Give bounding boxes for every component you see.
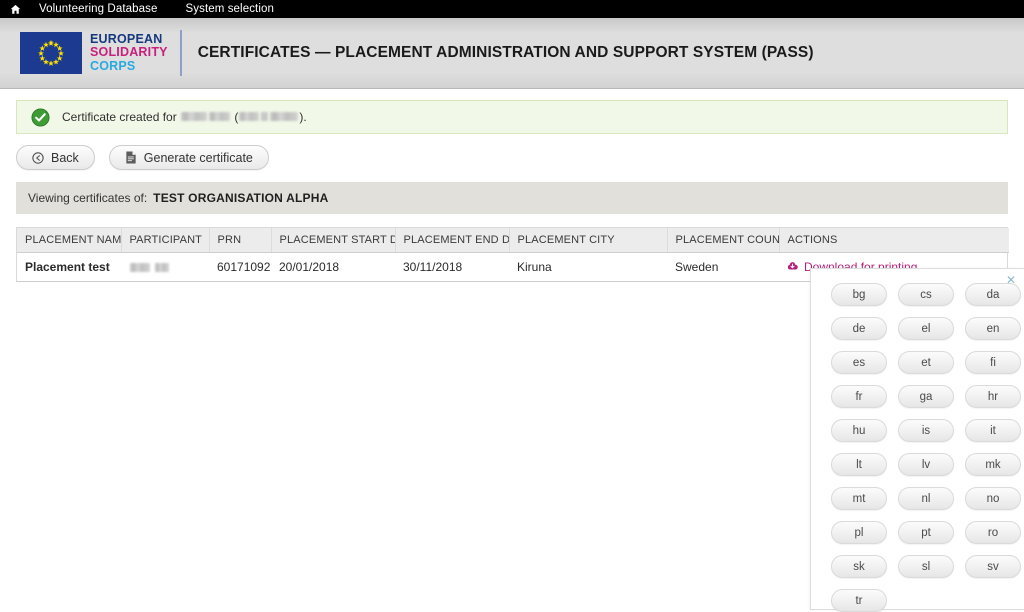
cell-placement-name: Placement test: [25, 260, 110, 274]
language-button-de[interactable]: de: [831, 317, 887, 340]
cell-placement-end-date: 30/11/2018: [403, 260, 463, 274]
language-button-et[interactable]: et: [898, 351, 954, 374]
language-button-fr[interactable]: fr: [831, 385, 887, 408]
redacted-participant-detail-3: [270, 112, 299, 121]
action-toolbar: Back Generate certificate: [16, 145, 1024, 170]
banner-text-after: ).: [299, 110, 307, 124]
language-button-pl[interactable]: pl: [831, 521, 887, 544]
language-button-sl[interactable]: sl: [898, 555, 954, 578]
viewing-organisation-name: TEST ORGANISATION ALPHA: [153, 191, 329, 205]
success-check-icon: [31, 107, 50, 127]
redacted-participant-name-part1: [130, 263, 150, 273]
language-button-mk[interactable]: mk: [965, 453, 1021, 476]
redacted-participant-first-name: [181, 112, 208, 121]
language-button-ro[interactable]: ro: [965, 521, 1021, 544]
redacted-participant-last-name: [209, 112, 231, 121]
european-solidarity-corps-logo: EUROPEAN SOLIDARITY CORPS: [20, 32, 168, 74]
page-title: CERTIFICATES — PLACEMENT ADMINISTRATION …: [197, 44, 814, 61]
language-selection-panel: ✕ bg cs da de el en es et fi fr ga hr hu…: [810, 268, 1024, 612]
language-button-el[interactable]: el: [898, 317, 954, 340]
page-header: EUROPEAN SOLIDARITY CORPS CERTIFICATES —…: [0, 18, 1024, 89]
viewing-label: Viewing certificates of:: [28, 191, 148, 205]
logo-line-corps: CORPS: [90, 58, 136, 73]
document-icon: [125, 151, 137, 164]
banner-text-middle: (: [231, 110, 239, 124]
cell-placement-country: Sweden: [675, 260, 719, 274]
column-header-actions: ACTIONS: [779, 228, 1009, 253]
viewing-certificates-bar: Viewing certificates of: TEST ORGANISATI…: [16, 182, 1008, 214]
language-button-hr[interactable]: hr: [965, 385, 1021, 408]
language-button-bg[interactable]: bg: [831, 283, 887, 306]
back-button-label: Back: [51, 150, 79, 165]
column-header-placement-start-date[interactable]: PLACEMENT START DATE: [271, 228, 396, 253]
table-header-row: PLACEMENT NAME PARTICIPANT PRN PLACEMENT…: [17, 228, 1009, 253]
language-button-pt[interactable]: pt: [898, 521, 954, 544]
language-button-sv[interactable]: sv: [965, 555, 1021, 578]
logo-line-european: EUROPEAN: [90, 31, 163, 46]
language-button-sk[interactable]: sk: [831, 555, 887, 578]
success-banner-text: Certificate created for ( ).: [62, 110, 307, 124]
eu-flag-icon: [20, 32, 82, 74]
language-button-no[interactable]: no: [965, 487, 1021, 510]
language-button-fi[interactable]: fi: [965, 351, 1021, 374]
column-header-prn[interactable]: PRN: [209, 228, 272, 253]
logo-line-solidarity: SOLIDARITY: [90, 45, 168, 60]
close-icon[interactable]: ✕: [1004, 272, 1018, 288]
generate-certificate-button-label: Generate certificate: [143, 150, 253, 165]
column-header-placement-end-date[interactable]: PLACEMENT END DATE: [395, 228, 510, 253]
redacted-participant-detail-2: [261, 112, 269, 121]
logo-wordmark: EUROPEAN SOLIDARITY CORPS: [90, 31, 168, 74]
language-button-lt[interactable]: lt: [831, 453, 887, 476]
success-banner: Certificate created for ( ).: [16, 100, 1008, 134]
language-button-tr[interactable]: tr: [831, 589, 887, 612]
language-button-lv[interactable]: lv: [898, 453, 954, 476]
back-circle-arrow-icon: [32, 151, 44, 164]
language-button-en[interactable]: en: [965, 317, 1021, 340]
language-button-grid: bg cs da de el en es et fi fr ga hr hu i…: [811, 269, 1024, 612]
language-button-mt[interactable]: mt: [831, 487, 887, 510]
language-button-hu[interactable]: hu: [831, 419, 887, 442]
download-cloud-icon: [787, 260, 798, 274]
nav-item-system-selection[interactable]: System selection: [171, 3, 288, 15]
language-button-it[interactable]: it: [965, 419, 1021, 442]
column-header-participant[interactable]: PARTICIPANT: [121, 228, 210, 253]
cell-participant: [121, 253, 209, 282]
nav-item-volunteering-database[interactable]: Volunteering Database: [25, 3, 171, 15]
column-header-placement-country[interactable]: PLACEMENT COUNTRY: [667, 228, 780, 253]
home-icon[interactable]: [6, 4, 25, 15]
redacted-participant-name-part2: [155, 263, 170, 273]
generate-certificate-button[interactable]: Generate certificate: [108, 145, 269, 170]
language-button-es[interactable]: es: [831, 351, 887, 374]
cell-prn: 6017109238: [217, 260, 271, 274]
language-button-ga[interactable]: ga: [898, 385, 954, 408]
cell-placement-start-date: 20/01/2018: [279, 260, 340, 274]
top-navigation-bar: Volunteering Database System selection: [0, 0, 1024, 18]
language-button-nl[interactable]: nl: [898, 487, 954, 510]
column-header-placement-name[interactable]: PLACEMENT NAME: [17, 228, 122, 253]
header-divider: [179, 30, 182, 76]
column-header-placement-city[interactable]: PLACEMENT CITY: [509, 228, 668, 253]
cell-placement-city: Kiruna: [517, 260, 552, 274]
redacted-participant-detail-1: [239, 112, 260, 121]
back-button[interactable]: Back: [16, 145, 95, 170]
banner-text-before: Certificate created for: [62, 110, 181, 124]
language-button-is[interactable]: is: [898, 419, 954, 442]
language-button-cs[interactable]: cs: [898, 283, 954, 306]
